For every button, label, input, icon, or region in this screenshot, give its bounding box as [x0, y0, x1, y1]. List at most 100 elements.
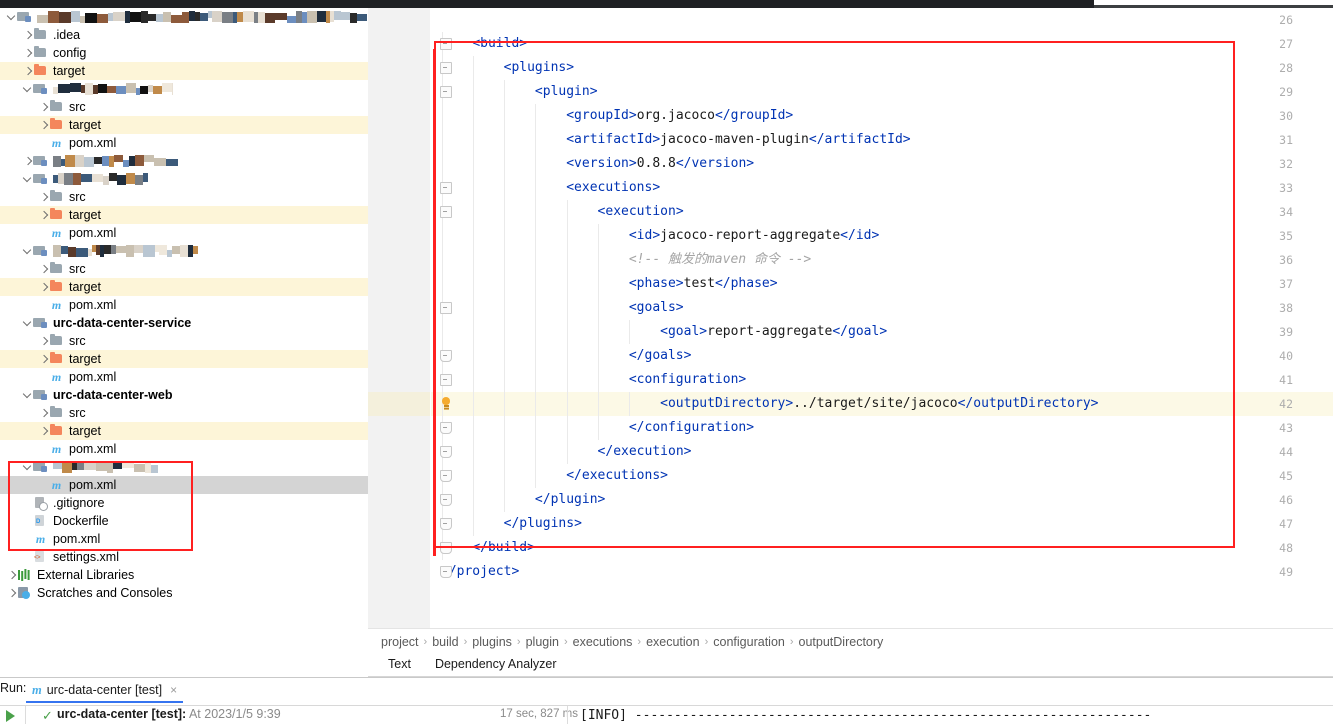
- chevron-right-icon[interactable]: [38, 404, 49, 422]
- code-line[interactable]: <executions>: [431, 176, 1333, 200]
- editor-view-tab[interactable]: Text: [376, 654, 423, 678]
- breadcrumb-item[interactable]: execution: [641, 635, 705, 649]
- chevron-right-icon[interactable]: [22, 44, 33, 62]
- chevron-down-icon[interactable]: [22, 80, 33, 98]
- tree-row[interactable]: target: [0, 206, 368, 224]
- breadcrumb[interactable]: project › build › plugins › plugin › executions ›…: [376, 631, 888, 653]
- code-line[interactable]: <configuration>: [431, 368, 1333, 392]
- chevron-right-icon[interactable]: [38, 116, 49, 134]
- breadcrumb-item[interactable]: executions: [568, 635, 638, 649]
- tree-row[interactable]: settings.xml: [0, 548, 368, 566]
- tree-row[interactable]: m pom.xml: [0, 368, 368, 386]
- code-line[interactable]: <id>jacoco-report-aggregate</id>: [431, 224, 1333, 248]
- project-tool-window[interactable]: .idea config target src target m pom.xml src tar…: [0, 8, 368, 676]
- chevron-right-icon[interactable]: [38, 350, 49, 368]
- code-line[interactable]: </goals>: [431, 344, 1333, 368]
- chevron-right-icon[interactable]: [6, 584, 17, 602]
- tree-row[interactable]: .gitignore: [0, 494, 368, 512]
- chevron-down-icon[interactable]: [22, 386, 33, 404]
- chevron-down-icon[interactable]: [22, 170, 33, 188]
- editor-gutter[interactable]: [368, 8, 430, 628]
- code-line[interactable]: <build>: [431, 32, 1333, 56]
- chevron-right-icon[interactable]: [22, 62, 33, 80]
- chevron-right-icon[interactable]: [38, 188, 49, 206]
- chevron-right-icon[interactable]: [22, 26, 33, 44]
- breadcrumb-item[interactable]: plugins: [467, 635, 517, 649]
- code-line[interactable]: <version>0.8.8</version>: [431, 152, 1333, 176]
- tree-row[interactable]: config: [0, 44, 368, 62]
- editor-view-tab[interactable]: Dependency Analyzer: [423, 654, 569, 676]
- chevron-right-icon[interactable]: [38, 422, 49, 440]
- tree-row[interactable]: src: [0, 260, 368, 278]
- tree-row[interactable]: urc-data-center-web: [0, 386, 368, 404]
- tree-row[interactable]: [0, 242, 368, 260]
- code-line[interactable]: <plugin>: [431, 80, 1333, 104]
- tree-row[interactable]: Dockerfile: [0, 512, 368, 530]
- chevron-down-icon[interactable]: [22, 458, 33, 476]
- tree-row[interactable]: [0, 80, 368, 98]
- tree-row[interactable]: Scratches and Consoles: [0, 584, 368, 602]
- tree-row[interactable]: src: [0, 98, 368, 116]
- editor-view-tabs[interactable]: Text Dependency Analyzer: [376, 654, 569, 678]
- tree-row[interactable]: urc-data-center-service: [0, 314, 368, 332]
- breadcrumb-item[interactable]: project: [376, 635, 424, 649]
- chevron-right-icon[interactable]: [38, 260, 49, 278]
- tree-row[interactable]: .idea: [0, 26, 368, 44]
- tree-row[interactable]: m pom.xml: [0, 440, 368, 458]
- code-line[interactable]: <goal>report-aggregate</goal>: [431, 320, 1333, 344]
- tree-row[interactable]: src: [0, 188, 368, 206]
- tree-row[interactable]: m pom.xml: [0, 296, 368, 314]
- chevron-right-icon[interactable]: [38, 332, 49, 350]
- tree-row[interactable]: [0, 152, 368, 170]
- tree-row[interactable]: target: [0, 350, 368, 368]
- tree-row[interactable]: m pom.xml: [0, 476, 368, 494]
- code-line[interactable]: <execution>: [431, 200, 1333, 224]
- tree-row[interactable]: [0, 458, 368, 476]
- chevron-right-icon[interactable]: [22, 152, 33, 170]
- code-line[interactable]: <groupId>org.jacoco</groupId>: [431, 104, 1333, 128]
- breadcrumb-item[interactable]: build: [427, 635, 463, 649]
- code-line[interactable]: </project>: [431, 560, 1333, 584]
- code-line[interactable]: <artifactId>jacoco-maven-plugin</artifac…: [431, 128, 1333, 152]
- code-line[interactable]: [431, 8, 1333, 32]
- tree-row[interactable]: target: [0, 116, 368, 134]
- code-line[interactable]: <outputDirectory>../target/site/jacoco</…: [431, 392, 1333, 416]
- tree-row[interactable]: m pom.xml: [0, 134, 368, 152]
- console-output[interactable]: [INFO] ---------------------------------…: [580, 708, 1333, 723]
- tree-row[interactable]: target: [0, 422, 368, 440]
- tree-row[interactable]: [0, 8, 368, 26]
- code-line[interactable]: <plugins>: [431, 56, 1333, 80]
- chevron-down-icon[interactable]: [22, 242, 33, 260]
- rerun-button[interactable]: [6, 710, 18, 722]
- run-tab[interactable]: m urc-data-center [test] ×: [26, 679, 184, 703]
- chevron-right-icon[interactable]: [6, 566, 17, 584]
- breadcrumb-item[interactable]: plugin: [521, 635, 564, 649]
- chevron-right-icon[interactable]: [38, 98, 49, 116]
- tree-row[interactable]: target: [0, 62, 368, 80]
- code-line[interactable]: <!-- 触发的maven 命令 -->: [431, 248, 1333, 272]
- tree-row[interactable]: m pom.xml: [0, 224, 368, 242]
- chevron-right-icon[interactable]: [38, 206, 49, 224]
- tree-row[interactable]: src: [0, 404, 368, 422]
- code-line[interactable]: </plugins>: [431, 512, 1333, 536]
- tree-row[interactable]: [0, 170, 368, 188]
- code-line[interactable]: </plugin>: [431, 488, 1333, 512]
- code-line[interactable]: </build>: [431, 536, 1333, 560]
- code-line[interactable]: </executions>: [431, 464, 1333, 488]
- code-line[interactable]: </configuration>: [431, 416, 1333, 440]
- close-icon[interactable]: ×: [170, 683, 177, 697]
- chevron-right-icon[interactable]: [38, 278, 49, 296]
- code-line[interactable]: <phase>test</phase>: [431, 272, 1333, 296]
- code-editor[interactable]: <build> <plugins> <plugin> <groupId>org.…: [368, 8, 1333, 628]
- code-line[interactable]: </execution>: [431, 440, 1333, 464]
- tree-row[interactable]: src: [0, 332, 368, 350]
- tree-row[interactable]: External Libraries: [0, 566, 368, 584]
- tree-row[interactable]: m pom.xml: [0, 530, 368, 548]
- chevron-down-icon[interactable]: [6, 8, 17, 26]
- editor-code-area[interactable]: <build> <plugins> <plugin> <groupId>org.…: [431, 8, 1333, 628]
- breadcrumb-item[interactable]: configuration: [708, 635, 790, 649]
- chevron-down-icon[interactable]: [22, 314, 33, 332]
- code-line[interactable]: <goals>: [431, 296, 1333, 320]
- tree-row[interactable]: target: [0, 278, 368, 296]
- breadcrumb-item[interactable]: outputDirectory: [794, 635, 889, 649]
